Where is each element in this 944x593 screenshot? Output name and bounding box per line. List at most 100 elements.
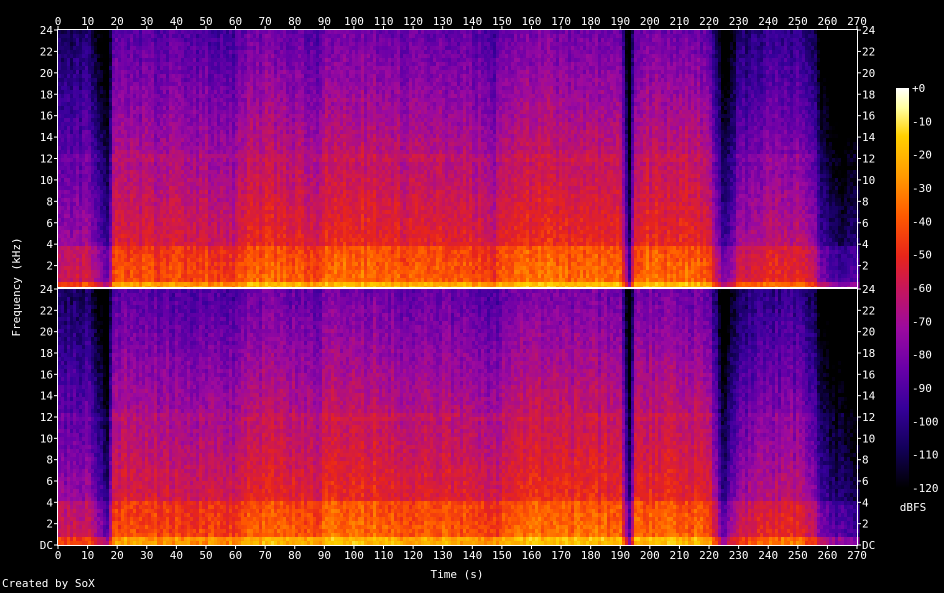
spectrogram-cell: [214, 30, 218, 35]
spectrogram-cell: [106, 58, 110, 63]
spectrogram-cell: [250, 66, 254, 71]
spectrogram-cell: [97, 202, 101, 207]
spectrogram-cell: [112, 86, 116, 91]
spectrogram-cell: [274, 178, 278, 183]
spectrogram-cell: [121, 274, 125, 279]
spectrogram-cell: [148, 106, 152, 111]
spectrogram-cell: [193, 194, 197, 199]
spectrogram-cell: [214, 102, 218, 107]
spectrogram-cell: [226, 194, 230, 199]
spectrogram-cell: [274, 274, 278, 279]
spectrogram-cell: [73, 206, 77, 211]
spectrogram-cell: [208, 230, 212, 235]
spectrogram-cell: [115, 110, 119, 115]
spectrogram-cell: [127, 210, 131, 215]
spectrogram-cell: [184, 162, 188, 167]
spectrogram-cell: [250, 266, 254, 271]
spectrogram-cell: [115, 86, 119, 91]
spectrogram-cell: [88, 98, 92, 103]
spectrogram-cell: [130, 238, 134, 243]
spectrogram-cell: [109, 234, 113, 239]
spectrogram-cell: [76, 194, 80, 199]
spectrogram-cell: [142, 34, 146, 39]
spectrogram-cell: [262, 202, 266, 207]
spectrogram-cell: [247, 182, 251, 187]
spectrogram-cell: [151, 282, 155, 287]
spectrogram-cell: [190, 214, 194, 219]
spectrogram-cell: [253, 198, 257, 203]
spectrogram-cell: [262, 134, 266, 139]
spectrogram-cell: [82, 202, 86, 207]
spectrogram-cell: [190, 258, 194, 263]
spectrogram-cell: [256, 214, 260, 219]
spectrogram-cell: [94, 42, 98, 47]
spectrogram-cell: [142, 130, 146, 135]
spectrogram-cell: [247, 190, 251, 195]
spectrogram-cell: [70, 218, 74, 223]
spectrogram-cell: [133, 190, 137, 195]
spectrogram-cell: [88, 186, 92, 191]
spectrogram-cell: [73, 42, 77, 47]
spectrogram-cell: [151, 162, 155, 167]
spectrogram-cell: [121, 166, 125, 171]
spectrogram-cell: [82, 62, 86, 67]
spectrogram-cell: [112, 78, 116, 83]
spectrogram-cell: [229, 114, 233, 119]
spectrogram-cell: [202, 38, 206, 43]
spectrogram-cell: [67, 106, 71, 111]
spectrogram-cell: [97, 178, 101, 183]
spectrogram-cell: [88, 126, 92, 131]
spectrogram-cell: [205, 46, 209, 51]
spectrogram-cell: [268, 98, 272, 103]
spectrogram-cell: [133, 78, 137, 83]
spectrogram-cell: [73, 82, 77, 87]
spectrogram-cell: [106, 246, 110, 251]
spectrogram-cell: [277, 170, 281, 175]
spectrogram-cell: [232, 78, 236, 83]
spectrogram-cell: [91, 182, 95, 187]
spectrogram-cell: [64, 90, 68, 95]
spectrogram-cell: [196, 278, 200, 283]
spectrogram-cell: [265, 118, 269, 123]
spectrogram-cell: [118, 34, 122, 39]
spectrogram-cell: [199, 86, 203, 91]
spectrogram-cell: [256, 110, 260, 115]
spectrogram-cell: [121, 66, 125, 71]
spectrogram-cell: [58, 182, 62, 187]
spectrogram-cell: [109, 38, 113, 43]
spectrogram-cell: [148, 74, 152, 79]
spectrogram-cell: [274, 202, 278, 207]
spectrogram-cell: [133, 126, 137, 131]
spectrogram-cell: [154, 242, 158, 247]
spectrogram-cell: [73, 246, 77, 251]
spectrogram-cell: [100, 242, 104, 247]
spectrogram-cell: [283, 174, 287, 179]
spectrogram-cell: [208, 254, 212, 259]
spectrogram-cell: [280, 282, 284, 287]
spectrogram-cell: [172, 270, 176, 275]
spectrogram-cell: [286, 30, 290, 35]
spectrogram-cell: [172, 282, 176, 287]
spectrogram-cell: [244, 242, 248, 247]
spectrogram-cell: [145, 38, 149, 43]
spectrogram-cell: [109, 30, 113, 35]
spectrogram-cell: [208, 190, 212, 195]
spectrogram-cell: [229, 86, 233, 91]
spectrogram-cell: [148, 242, 152, 247]
spectrogram-cell: [175, 242, 179, 247]
spectrogram-cell: [274, 278, 278, 283]
spectrogram-cell: [100, 266, 104, 271]
spectrogram-cell: [142, 90, 146, 95]
spectrogram-cell: [121, 54, 125, 59]
spectrogram-cell: [205, 82, 209, 87]
spectrogram-cell: [124, 58, 128, 63]
spectrogram-cell: [277, 102, 281, 107]
spectrogram-cell: [205, 206, 209, 211]
spectrogram-cell: [163, 50, 167, 55]
spectrogram-cell: [97, 262, 101, 267]
spectrogram-cell: [235, 258, 239, 263]
spectrogram-cell: [235, 230, 239, 235]
spectrogram-cell: [196, 158, 200, 163]
spectrogram-cell: [154, 118, 158, 123]
spectrogram-cell: [178, 274, 182, 279]
